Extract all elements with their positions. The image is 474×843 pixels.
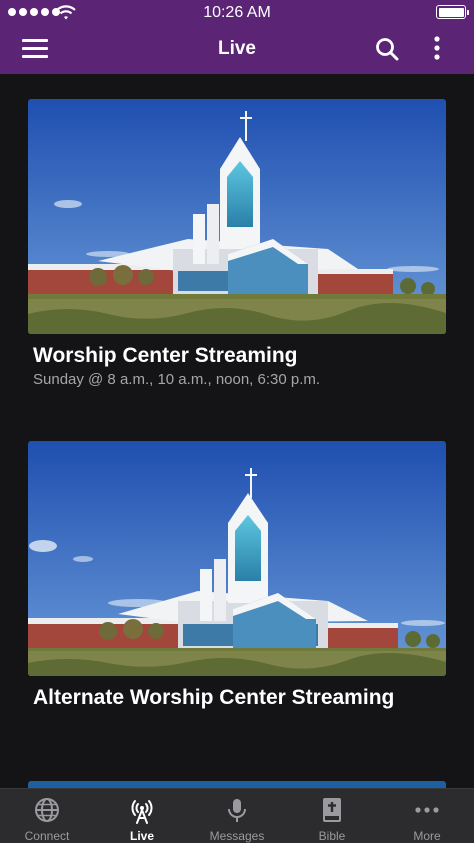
stream-card[interactable]: Alternate Worship Center Streaming [28, 441, 446, 709]
microphone-icon [228, 799, 246, 822]
stream-card[interactable]: Worship Center Streaming Sunday @ 8 a.m.… [28, 99, 446, 388]
bible-icon [323, 798, 341, 822]
status-bar: 10:26 AM [0, 0, 474, 26]
tab-connect[interactable]: Connect [0, 789, 94, 843]
stream-schedule: Sunday @ 8 a.m., 10 a.m., noon, 6:30 p.m… [33, 371, 321, 388]
status-time: 10:26 AM [203, 4, 271, 21]
page-title: Live [217, 38, 257, 59]
broadcast-tower-icon [131, 800, 153, 824]
stream-thumbnail [28, 99, 446, 334]
tab-label: Connect [24, 829, 70, 843]
tab-live[interactable]: Live [95, 789, 189, 843]
more-dots-icon [415, 807, 439, 813]
app-header: 10:26 AM Live [0, 0, 474, 74]
search-icon[interactable] [374, 36, 400, 62]
stream-thumbnail [28, 441, 446, 676]
nav-bar: Live [0, 26, 474, 74]
globe-icon [35, 798, 59, 822]
stream-title: Alternate Worship Center Streaming [33, 686, 395, 709]
tab-label: Live [129, 829, 154, 843]
more-options-icon[interactable] [430, 36, 444, 62]
tab-label: More [413, 829, 441, 843]
tab-more[interactable]: More [380, 789, 474, 843]
tab-label: Bible [318, 829, 346, 843]
stream-title: Worship Center Streaming [33, 344, 298, 367]
tab-label: Messages [209, 829, 265, 843]
tab-bible[interactable]: Bible [285, 789, 379, 843]
battery-icon [436, 5, 469, 19]
tab-messages[interactable]: Messages [190, 789, 284, 843]
tab-bar: Connect Live Messages Bible More [0, 788, 474, 843]
